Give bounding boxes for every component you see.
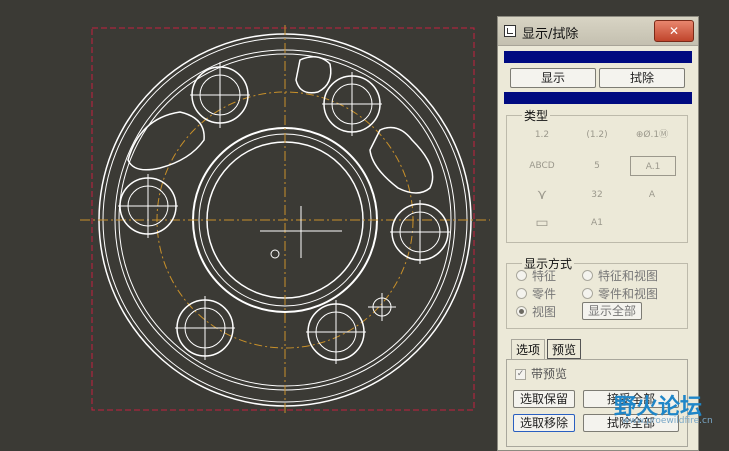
radio-part-and-view[interactable]: [582, 288, 593, 299]
dialog-titlebar[interactable]: 显示/拭除 ✕: [498, 17, 698, 46]
drawing-canvas[interactable]: [0, 0, 496, 451]
radio-part-and-view-label: 零件和视图: [598, 287, 659, 301]
erase-mode-button[interactable]: 拭除: [599, 68, 685, 88]
tab-preview[interactable]: 预览: [547, 339, 581, 359]
axis-icon[interactable]: A.1: [630, 156, 676, 176]
show-all-button[interactable]: 显示全部: [582, 302, 642, 320]
show-mode-button[interactable]: 显示: [510, 68, 596, 88]
close-button[interactable]: ✕: [654, 20, 694, 42]
bolt-holes: [119, 66, 449, 361]
surface-finish-icon[interactable]: 32: [573, 185, 621, 205]
reference-dimension-icon[interactable]: (1.2): [573, 125, 621, 145]
radio-feature-and-view[interactable]: [582, 270, 593, 281]
select-keep-button[interactable]: 选取保留: [513, 390, 575, 408]
cosmetic-feature-icon[interactable]: ▭: [518, 213, 566, 233]
radio-feature-label: 特征: [532, 269, 557, 283]
weld-symbol-icon[interactable]: ⋎: [518, 185, 566, 205]
datum-target-symbol-icon[interactable]: A1: [573, 213, 621, 233]
show-erase-dialog: 显示/拭除 ✕ 显示 拭除 类型 1.2 (1.2) ⊕Ø.1Ⓜ ABCD 5 …: [497, 16, 699, 451]
radio-feature-and-view-label: 特征和视图: [598, 269, 659, 283]
radio-view-label: 视图: [532, 305, 557, 319]
select-remove-button[interactable]: 选取移除: [513, 414, 575, 432]
radio-part[interactable]: [516, 288, 527, 299]
datum-target-icon[interactable]: A: [628, 185, 676, 205]
datum-frame: [91, 27, 475, 411]
radio-view[interactable]: [516, 306, 527, 317]
radio-part-label: 零件: [532, 287, 557, 301]
geometric-tolerance-icon[interactable]: ⊕Ø.1Ⓜ: [628, 125, 676, 145]
watermark-url: www.proewildfire.cn: [622, 416, 713, 426]
balloon-icon[interactable]: 5: [573, 156, 621, 176]
type-section-title: 类型: [522, 107, 551, 124]
dialog-app-icon: [504, 25, 516, 37]
flange-drawing: [80, 25, 490, 415]
tab-options[interactable]: 选项: [511, 339, 545, 359]
note-icon[interactable]: ABCD: [518, 156, 566, 176]
radio-feature[interactable]: [516, 270, 527, 281]
slots: [127, 56, 434, 194]
small-hole: [270, 249, 280, 259]
mode-header-bar: [504, 51, 692, 63]
dialog-title: 显示/拭除: [522, 27, 579, 42]
dimension-symbol-icon[interactable]: 1.2: [518, 125, 566, 145]
with-preview-checkbox[interactable]: ✓: [515, 369, 526, 380]
mode-footer-bar: [504, 92, 692, 104]
with-preview-label: 带预览: [531, 367, 568, 381]
